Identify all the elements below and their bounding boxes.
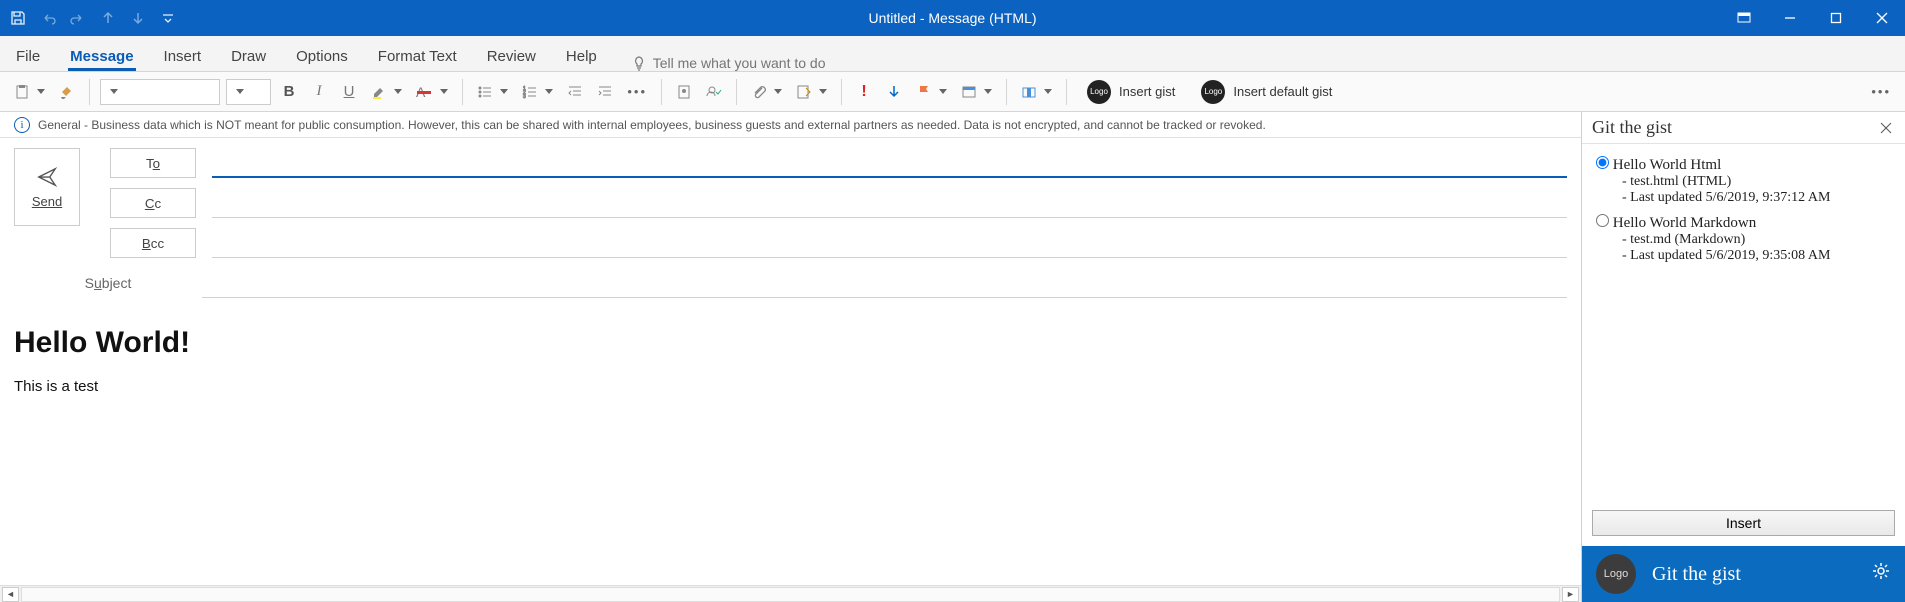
format-painter-button[interactable] bbox=[55, 78, 79, 106]
message-body[interactable]: Hello World! This is a test bbox=[0, 306, 1581, 585]
cc-field[interactable] bbox=[212, 188, 1567, 218]
cc-button[interactable]: Cc bbox=[110, 188, 196, 218]
insert-gist-button[interactable]: Logo Insert gist bbox=[1077, 77, 1185, 107]
bold-button[interactable]: B bbox=[277, 78, 301, 106]
ribbon-toolbar: B I U A 123 ••• ! Logo Insert gist Logo … bbox=[0, 72, 1905, 112]
sensitivity-button[interactable] bbox=[1017, 78, 1056, 106]
decrease-indent-button[interactable] bbox=[563, 78, 587, 106]
send-icon bbox=[36, 166, 58, 188]
insert-gist-label: Insert gist bbox=[1119, 84, 1175, 99]
attach-file-button[interactable] bbox=[747, 78, 786, 106]
insert-default-gist-label: Insert default gist bbox=[1233, 84, 1332, 99]
close-button[interactable] bbox=[1859, 0, 1905, 36]
scroll-right-icon[interactable]: ► bbox=[1562, 587, 1579, 602]
low-importance-button[interactable] bbox=[882, 78, 906, 106]
info-bar-text: General - Business data which is NOT mea… bbox=[38, 118, 1266, 132]
body-paragraph: This is a test bbox=[14, 378, 1567, 395]
scroll-left-icon[interactable]: ◄ bbox=[2, 587, 19, 602]
gist-item[interactable]: Hello World Html test.html (HTML) Last u… bbox=[1596, 156, 1891, 206]
scroll-track[interactable] bbox=[21, 587, 1560, 602]
address-book-button[interactable] bbox=[672, 78, 696, 106]
font-size-select[interactable] bbox=[226, 79, 271, 105]
next-item-icon[interactable] bbox=[130, 10, 146, 26]
tell-me-search[interactable] bbox=[631, 55, 873, 71]
gist-name: Hello World Html bbox=[1613, 157, 1722, 173]
addin-logo-icon: Logo bbox=[1201, 80, 1225, 104]
increase-indent-button[interactable] bbox=[593, 78, 617, 106]
highlight-button[interactable] bbox=[367, 78, 406, 106]
lightbulb-icon bbox=[631, 55, 647, 71]
font-name-select[interactable] bbox=[100, 79, 220, 105]
task-pane: Git the gist Hello World Html test.html … bbox=[1582, 112, 1905, 602]
info-icon: i bbox=[14, 117, 30, 133]
tab-message[interactable]: Message bbox=[68, 42, 135, 71]
tell-me-input[interactable] bbox=[653, 55, 873, 71]
paste-button[interactable] bbox=[10, 78, 49, 106]
bcc-field[interactable] bbox=[212, 228, 1567, 258]
window-controls bbox=[1721, 0, 1905, 36]
gist-radio[interactable] bbox=[1596, 156, 1609, 169]
tab-format-text[interactable]: Format Text bbox=[376, 42, 459, 71]
gist-name: Hello World Markdown bbox=[1613, 215, 1757, 231]
tab-help[interactable]: Help bbox=[564, 42, 599, 71]
tab-draw[interactable]: Draw bbox=[229, 42, 268, 71]
send-button[interactable]: Send bbox=[14, 148, 80, 226]
gist-updated: Last updated 5/6/2019, 9:35:08 AM bbox=[1622, 248, 1891, 264]
horizontal-scrollbar[interactable]: ◄ ► bbox=[0, 585, 1581, 602]
gist-item[interactable]: Hello World Markdown test.md (Markdown) … bbox=[1596, 214, 1891, 264]
gist-file: test.html (HTML) bbox=[1622, 174, 1891, 190]
redo-icon[interactable] bbox=[70, 10, 86, 26]
footer-title: Git the gist bbox=[1652, 563, 1741, 586]
window-title: Untitled - Message (HTML) bbox=[868, 10, 1036, 26]
font-color-button[interactable]: A bbox=[412, 78, 452, 106]
tab-file[interactable]: File bbox=[14, 42, 42, 71]
tab-insert[interactable]: Insert bbox=[162, 42, 204, 71]
tab-review[interactable]: Review bbox=[485, 42, 538, 71]
task-pane-title: Git the gist bbox=[1592, 117, 1672, 138]
gist-updated: Last updated 5/6/2019, 9:37:12 AM bbox=[1622, 190, 1891, 206]
bullets-button[interactable] bbox=[473, 78, 512, 106]
signature-button[interactable] bbox=[792, 78, 831, 106]
gist-file: test.md (Markdown) bbox=[1622, 232, 1891, 248]
addin-logo-icon: Logo bbox=[1087, 80, 1111, 104]
compose-area: i General - Business data which is NOT m… bbox=[0, 112, 1582, 602]
subject-field[interactable] bbox=[202, 268, 1567, 298]
settings-gear-icon[interactable] bbox=[1871, 561, 1891, 587]
maximize-button[interactable] bbox=[1813, 0, 1859, 36]
quick-access-toolbar bbox=[0, 10, 176, 26]
pane-insert-button[interactable]: Insert bbox=[1592, 510, 1895, 536]
svg-text:3: 3 bbox=[523, 94, 526, 100]
title-bar: Untitled - Message (HTML) bbox=[0, 0, 1905, 36]
italic-button[interactable]: I bbox=[307, 78, 331, 106]
footer-logo-icon: Logo bbox=[1596, 554, 1636, 594]
to-field[interactable] bbox=[212, 148, 1567, 178]
underline-button[interactable]: U bbox=[337, 78, 361, 106]
high-importance-button[interactable]: ! bbox=[852, 78, 876, 106]
task-pane-close-button[interactable] bbox=[1877, 119, 1895, 137]
insert-default-gist-button[interactable]: Logo Insert default gist bbox=[1191, 77, 1342, 107]
body-heading: Hello World! bbox=[14, 326, 1567, 360]
more-formatting-button[interactable]: ••• bbox=[623, 78, 651, 106]
ribbon-display-options-button[interactable] bbox=[1721, 0, 1767, 36]
gist-radio[interactable] bbox=[1596, 214, 1609, 227]
undo-icon[interactable] bbox=[40, 10, 56, 26]
save-icon[interactable] bbox=[10, 10, 26, 26]
check-names-button[interactable] bbox=[702, 78, 726, 106]
ribbon-overflow-button[interactable]: ••• bbox=[1867, 78, 1895, 106]
assign-policy-button[interactable] bbox=[957, 78, 996, 106]
follow-up-flag-button[interactable] bbox=[912, 78, 951, 106]
minimize-button[interactable] bbox=[1767, 0, 1813, 36]
ribbon-tabs: File Message Insert Draw Options Format … bbox=[0, 36, 1905, 72]
task-pane-footer: Logo Git the gist bbox=[1582, 546, 1905, 602]
send-label: Send bbox=[32, 194, 62, 209]
gist-list: Hello World Html test.html (HTML) Last u… bbox=[1582, 144, 1905, 504]
bcc-button[interactable]: Bcc bbox=[110, 228, 196, 258]
prev-item-icon[interactable] bbox=[100, 10, 116, 26]
sensitivity-info-bar: i General - Business data which is NOT m… bbox=[0, 112, 1581, 138]
numbering-button[interactable]: 123 bbox=[518, 78, 557, 106]
tab-options[interactable]: Options bbox=[294, 42, 350, 71]
subject-label: Subject bbox=[14, 275, 202, 291]
qat-customize-icon[interactable] bbox=[160, 10, 176, 26]
to-button[interactable]: To bbox=[110, 148, 196, 178]
